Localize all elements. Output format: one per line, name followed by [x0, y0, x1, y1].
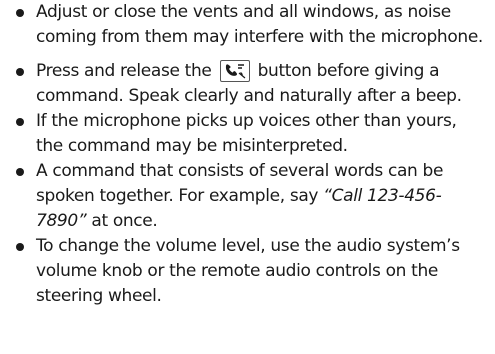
list-item: Press and release the button before givi…: [14, 59, 484, 109]
item-text: To change the volume level, use the audi…: [36, 236, 460, 306]
item-text-after: at once.: [86, 211, 158, 231]
list-item: To change the volume level, use the audi…: [14, 234, 484, 309]
bullet: [16, 68, 24, 76]
bullet: [16, 118, 24, 126]
bullet: [16, 243, 24, 251]
bullet: [16, 168, 24, 176]
item-text: Adjust or close the vents and all window…: [36, 2, 483, 47]
list-item: Adjust or close the vents and all window…: [14, 0, 484, 50]
item-text: If the microphone picks up voices other …: [36, 111, 457, 156]
talk-button-icon: [219, 60, 250, 82]
item-text-before: Press and release the: [36, 61, 217, 81]
bullet: [16, 9, 24, 17]
tips-list: Adjust or close the vents and all window…: [14, 0, 484, 309]
manual-page: Adjust or close the vents and all window…: [0, 0, 495, 354]
list-item: A command that consists of several words…: [14, 159, 484, 234]
list-item: If the microphone picks up voices other …: [14, 109, 484, 159]
